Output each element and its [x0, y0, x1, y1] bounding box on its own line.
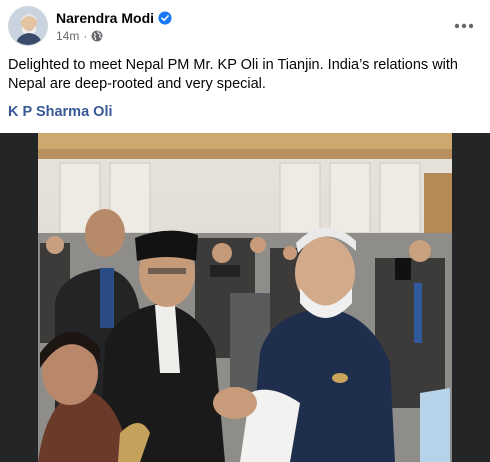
globe-icon[interactable]	[91, 30, 103, 42]
post-meta: 14m ·	[56, 28, 103, 44]
meta-separator: ·	[83, 29, 88, 43]
facebook-post: Narendra Modi 14m · Delighted to meet Ne…	[0, 0, 490, 462]
more-options-button[interactable]	[450, 14, 478, 38]
post-text: Delighted to meet Nepal PM Mr. KP Oli in…	[8, 57, 458, 92]
post-timestamp[interactable]: 14m	[56, 29, 79, 43]
author-name-row: Narendra Modi	[56, 9, 172, 27]
author-avatar[interactable]	[8, 6, 48, 46]
author-name[interactable]: Narendra Modi	[56, 10, 154, 26]
tagged-person-link[interactable]: K P Sharma Oli	[8, 103, 113, 121]
post-header: Narendra Modi 14m ·	[8, 6, 482, 46]
more-horizontal-icon	[454, 23, 474, 29]
verified-badge-icon	[158, 11, 172, 25]
photo-illustration	[38, 133, 452, 462]
post-photo[interactable]	[0, 133, 490, 462]
